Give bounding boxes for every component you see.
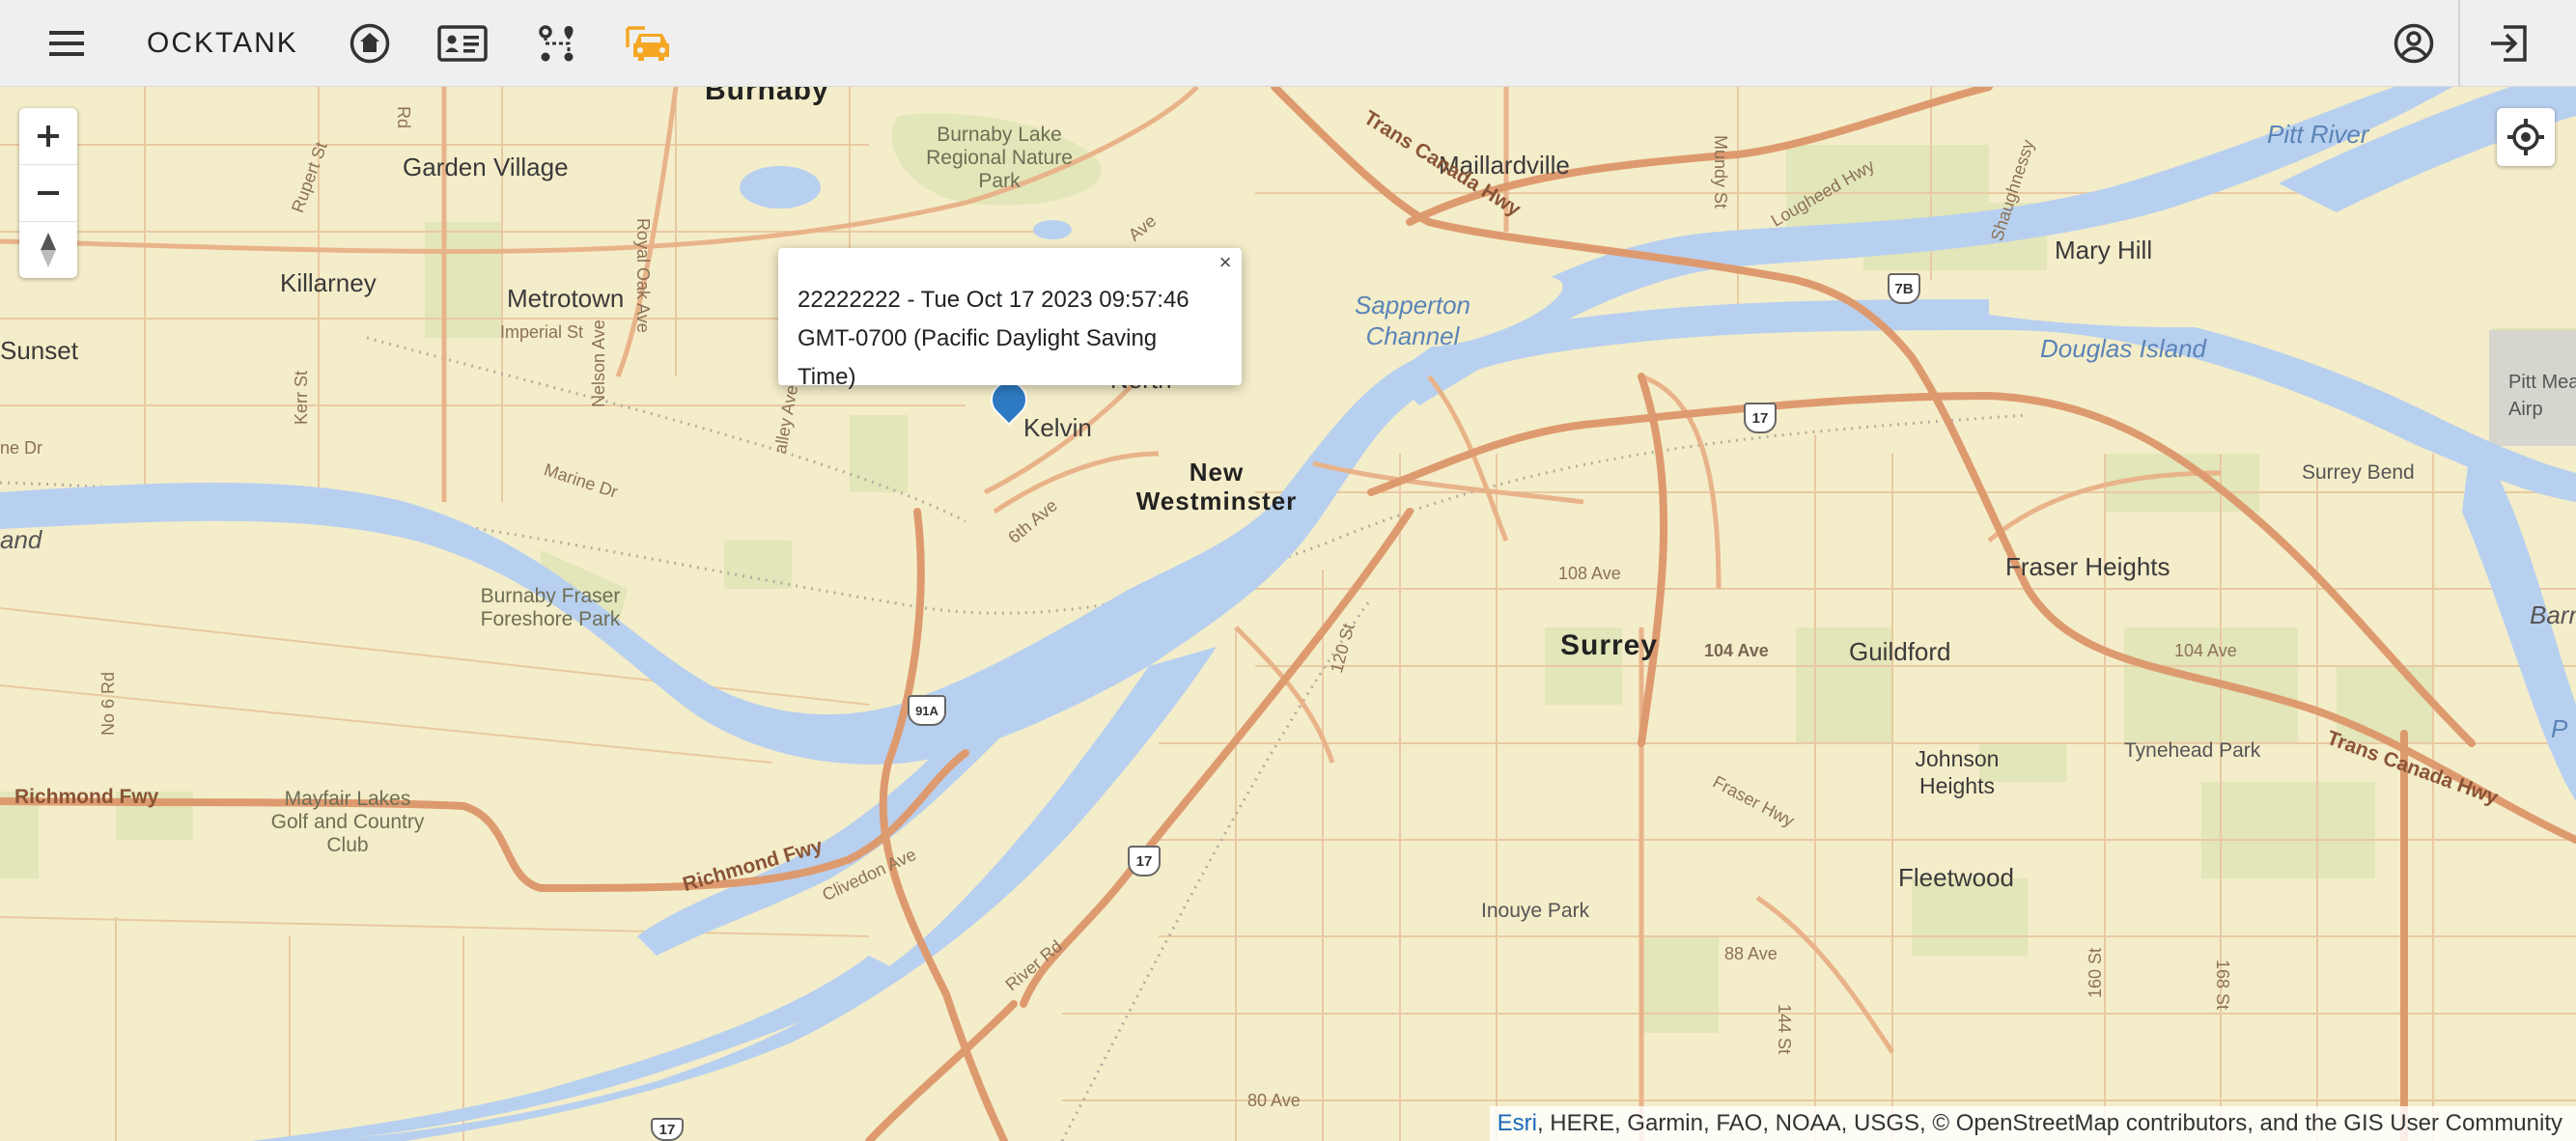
- label-104-ave-east: 104 Ave: [2174, 641, 2237, 660]
- label-160-st: 160 St: [2086, 947, 2105, 998]
- home-icon: [350, 23, 390, 64]
- label-tynehead-park: Tynehead Park: [2124, 739, 2261, 762]
- toolbar-divider: [2458, 0, 2460, 87]
- label-richmond-fwy: Richmond Fwy: [14, 786, 159, 808]
- label-mary-hill: Mary Hill: [2055, 236, 2153, 264]
- label-pitt-meadows-airport: Pitt Mea Airp: [2508, 372, 2576, 420]
- label-metrotown: Metrotown: [507, 284, 625, 313]
- route-button[interactable]: [525, 12, 589, 75]
- label-144-st: 144 St: [1775, 1004, 1794, 1055]
- label-and-fragment: and: [0, 525, 42, 554]
- label-kelvin: Kelvin: [1023, 413, 1092, 442]
- route-icon: [539, 25, 574, 62]
- label-mayfair-lakes: Mayfair Lakes Golf and Country Club: [270, 788, 425, 856]
- label-no6-rd: No 6 Rd: [98, 671, 118, 736]
- shield-91a: 91A: [908, 695, 946, 726]
- vehicles-button[interactable]: [616, 12, 680, 75]
- account-icon: [2394, 23, 2434, 64]
- compass-icon: [41, 233, 56, 267]
- label-garden-village: Garden Village: [403, 153, 569, 181]
- shield-17-bottom: 17: [651, 1118, 684, 1141]
- menu-icon: [49, 31, 84, 56]
- label-fraser-heights: Fraser Heights: [2005, 552, 2170, 581]
- top-toolbar: OCKTANK: [0, 0, 2576, 87]
- label-surrey-bend: Surrey Bend: [2302, 461, 2415, 484]
- shield-7b: 7B: [1888, 273, 1920, 304]
- attribution-text: , HERE, Garmin, FAO, NOAA, USGS, © OpenS…: [1536, 1110, 2562, 1136]
- label-imperial-st: Imperial St: [500, 322, 584, 342]
- label-sapperton-channel: Sapperton Channel: [1355, 291, 1470, 350]
- label-mundy-st: Mundy St: [1711, 135, 1730, 209]
- label-108-ave: 108 Ave: [1558, 564, 1621, 583]
- label-inouye-park: Inouye Park: [1481, 900, 1590, 922]
- account-button[interactable]: [2382, 12, 2446, 75]
- car-icon: [626, 26, 669, 61]
- zoom-controls: [19, 108, 77, 278]
- label-80-ave: 80 Ave: [1247, 1091, 1301, 1110]
- esri-link[interactable]: Esri: [1498, 1110, 1537, 1136]
- label-royal-oak-ave: Royal Oak Ave: [633, 218, 653, 333]
- label-barn: Barn: [2530, 600, 2576, 629]
- locate-button[interactable]: [2497, 108, 2555, 166]
- popup-line-2: GMT-0700 (Pacific Daylight Saving Time): [798, 325, 1158, 390]
- menu-button[interactable]: [35, 12, 98, 75]
- label-killarney: Killarney: [280, 268, 377, 297]
- label-88-ave: 88 Ave: [1724, 944, 1778, 963]
- shield-17-north: 17: [1744, 403, 1777, 433]
- zoom-in-button[interactable]: [19, 108, 77, 165]
- label-p-fragment: P: [2551, 714, 2568, 743]
- basemap: [0, 87, 2576, 1141]
- popup-close-button[interactable]: ×: [1213, 250, 1238, 275]
- label-kerr-st: Kerr St: [292, 370, 311, 425]
- compass-button[interactable]: [19, 222, 77, 278]
- map-view[interactable]: Burnaby Garden Village Burnaby Lake Regi…: [0, 87, 2576, 1141]
- minus-icon: [38, 191, 59, 195]
- id-card-icon: [437, 25, 488, 62]
- label-burnaby-fraser-foreshore-park: Burnaby Fraser Foreshore Park: [480, 585, 621, 630]
- vehicle-popup: × 22222222 - Tue Oct 17 2023 09:57:46 GM…: [778, 248, 1242, 390]
- label-new-westminster: New Westminster: [1135, 458, 1298, 515]
- logout-icon: [2491, 25, 2527, 62]
- label-surrey: Surrey: [1560, 629, 1659, 661]
- label-104-ave: 104 Ave: [1704, 641, 1769, 660]
- home-button[interactable]: [338, 12, 402, 75]
- label-rd-fragment: Rd: [394, 106, 413, 129]
- label-sunset: Sunset: [0, 336, 78, 365]
- label-johnson-heights: Johnson Heights: [1915, 746, 2000, 798]
- map-attribution: Esri, HERE, Garmin, FAO, NOAA, USGS, © O…: [1489, 1106, 2576, 1141]
- label-guildford: Guildford: [1849, 637, 1951, 666]
- logout-button[interactable]: [2477, 12, 2540, 75]
- plus-icon: [38, 125, 59, 147]
- label-fleetwood: Fleetwood: [1898, 863, 2014, 892]
- label-ne-dr: ne Dr: [0, 438, 43, 458]
- id-card-button[interactable]: [431, 12, 494, 75]
- label-burnaby-lake-park: Burnaby Lake Regional Nature Park: [926, 124, 1073, 192]
- label-burnaby: Burnaby: [705, 87, 829, 106]
- crosshair-icon: [2507, 119, 2544, 155]
- shield-17-south: 17: [1128, 846, 1161, 877]
- app-brand: OCKTANK: [147, 27, 298, 59]
- label-168-st: 168 St: [2213, 960, 2232, 1011]
- label-pitt-river: Pitt River: [2267, 120, 2369, 149]
- popup-line-1: 22222222 - Tue Oct 17 2023 09:57:46: [798, 287, 1190, 313]
- label-douglas-island: Douglas Island: [2040, 334, 2206, 363]
- zoom-out-button[interactable]: [19, 165, 77, 222]
- label-nelson-ave: Nelson Ave: [589, 320, 608, 407]
